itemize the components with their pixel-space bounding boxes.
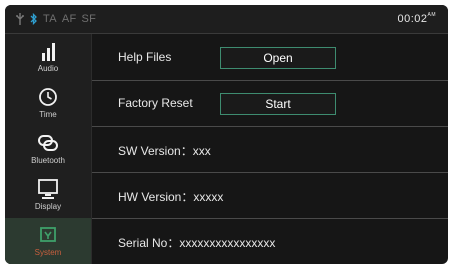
sidebar-label-bluetooth: Bluetooth: [31, 156, 65, 165]
system-icon: [34, 224, 62, 246]
sidebar-label-audio: Audio: [37, 64, 59, 73]
sidebar-label-system: System: [34, 248, 62, 257]
sidebar: Audio Time Bluetooth Display System: [5, 34, 92, 264]
head-unit-screen: TA AF SF 00:02AM Audio Time Bluetooth Di…: [5, 5, 448, 264]
usb-icon: [15, 12, 25, 26]
row-label-factory-reset: Factory Reset: [118, 96, 193, 110]
status-icons: TA AF SF: [15, 10, 96, 28]
settings-list: Help Files Open Factory Reset Start SW V…: [92, 34, 448, 264]
clock-time: 00:02: [397, 13, 428, 25]
start-button[interactable]: Start: [220, 93, 336, 115]
sidebar-item-bluetooth[interactable]: Bluetooth: [5, 126, 91, 172]
flag-ta: TA: [43, 13, 57, 25]
sidebar-item-audio[interactable]: Audio: [5, 34, 91, 80]
sidebar-label-time: Time: [39, 110, 57, 119]
monitor-icon: [34, 178, 62, 200]
row-serial-no: Serial No：xxxxxxxxxxxxxxxx: [92, 218, 448, 264]
open-button[interactable]: Open: [220, 47, 336, 69]
bluetooth-icon: [30, 12, 38, 26]
clock-icon: [34, 86, 62, 108]
flag-af: AF: [61, 13, 77, 25]
flag-sf: SF: [81, 13, 97, 25]
status-bar: TA AF SF 00:02AM: [5, 5, 448, 34]
row-factory-reset: Factory Reset Start: [92, 80, 448, 127]
clock-ampm: AM: [427, 12, 436, 18]
sidebar-item-system[interactable]: System: [5, 218, 91, 264]
sw-version-text: SW Version：xxx: [118, 144, 211, 158]
row-label-help-files: Help Files: [118, 50, 172, 64]
bluetooth-link-icon: [34, 132, 62, 154]
sidebar-label-display: Display: [34, 202, 62, 211]
row-sw-version: SW Version：xxx: [92, 126, 448, 173]
hw-version-text: HW Version：xxxxx: [118, 190, 224, 204]
serial-no-text: Serial No：xxxxxxxxxxxxxxxx: [118, 236, 276, 250]
clock: 00:02AM: [397, 12, 436, 25]
sidebar-item-time[interactable]: Time: [5, 80, 91, 126]
row-help-files: Help Files Open: [92, 34, 448, 81]
sidebar-item-display[interactable]: Display: [5, 172, 91, 218]
audio-bars-icon: [34, 40, 62, 62]
row-hw-version: HW Version：xxxxx: [92, 172, 448, 219]
